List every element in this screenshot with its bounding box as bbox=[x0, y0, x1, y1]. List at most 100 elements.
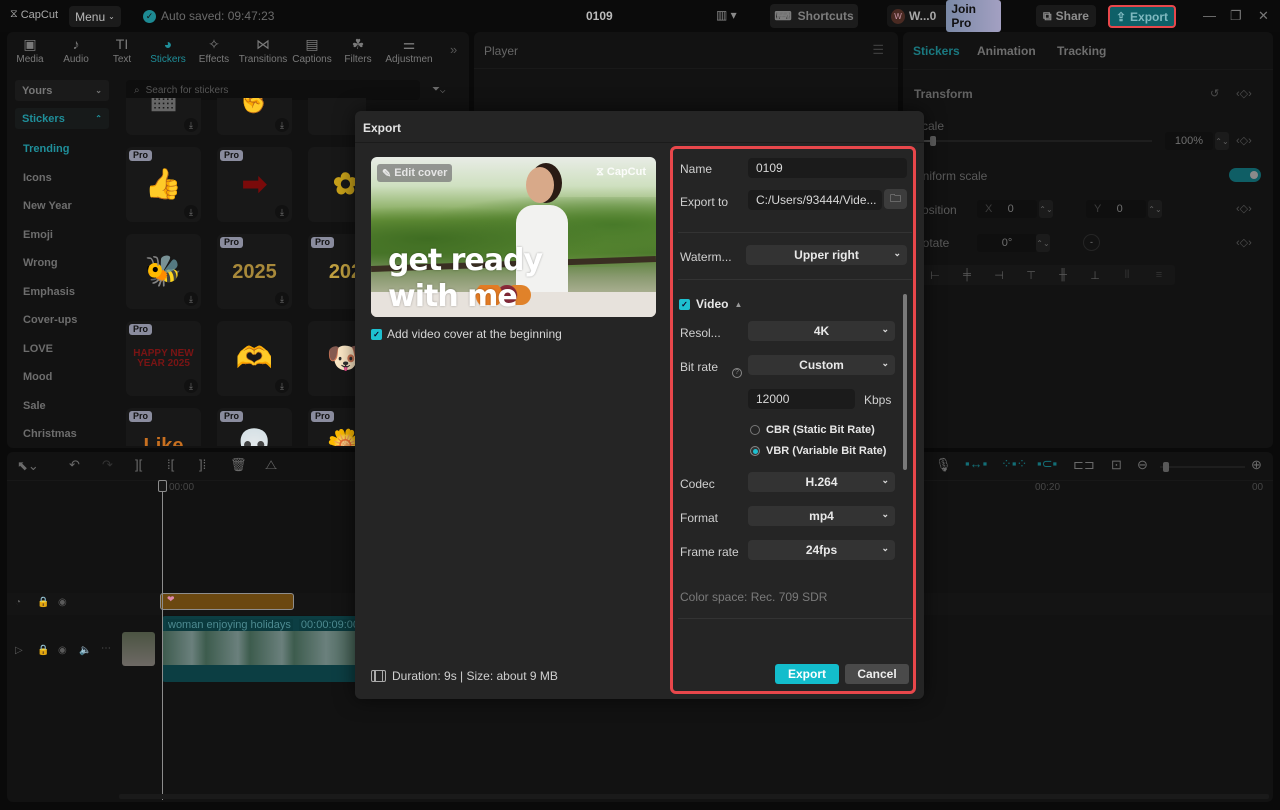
sticker-search-input[interactable]: ⌕ Search for stickers bbox=[126, 80, 420, 100]
download-icon[interactable]: ⤓ bbox=[275, 292, 289, 306]
keyframe-icon[interactable]: ‹◇› bbox=[1236, 236, 1252, 249]
edit-cover-button[interactable]: ✎ Edit cover bbox=[377, 164, 453, 182]
more-tabs-icon[interactable]: » bbox=[450, 42, 457, 57]
download-icon[interactable]: ⤓ bbox=[275, 379, 289, 393]
help-icon[interactable]: ? bbox=[732, 361, 742, 379]
scale-slider-thumb[interactable] bbox=[930, 136, 937, 146]
sidebar-item-icons[interactable]: Icons bbox=[15, 164, 109, 193]
download-icon[interactable]: ⤓ bbox=[184, 292, 198, 306]
keyframe-icon[interactable]: ‹◇› bbox=[1236, 202, 1252, 215]
menu-button[interactable]: Menu ⌄ bbox=[69, 6, 121, 27]
zoom-slider-thumb[interactable] bbox=[1163, 462, 1169, 472]
uniform-scale-toggle[interactable] bbox=[1229, 168, 1261, 182]
maximize-button[interactable]: ❐ bbox=[1230, 8, 1242, 24]
scale-slider[interactable] bbox=[914, 136, 1152, 146]
vbr-radio[interactable]: VBR (Variable Bit Rate) bbox=[750, 445, 886, 457]
timeline-scrollbar[interactable] bbox=[119, 794, 1269, 799]
magnet-icon[interactable]: ▪↔▪ bbox=[965, 456, 987, 471]
tab-captions[interactable]: ▤ Captions bbox=[289, 32, 335, 65]
shortcuts-button[interactable]: ⌨ Shortcuts bbox=[770, 4, 858, 28]
lock-icon[interactable]: 🔒 bbox=[37, 597, 49, 608]
align-right-icon[interactable]: ⊣ bbox=[983, 269, 1015, 282]
codec-dropdown[interactable]: H.264 ⌄ bbox=[748, 472, 895, 492]
split-right-icon[interactable]: ]⁞ bbox=[199, 457, 206, 472]
tab-transitions[interactable]: ⋈ Transitions bbox=[237, 32, 289, 65]
tab-stickers[interactable]: Stickers bbox=[913, 44, 960, 58]
tab-stickers[interactable]: ◕ Stickers bbox=[145, 32, 191, 65]
video-clip[interactable]: woman enjoying holidays 00:00:09:00 bbox=[162, 616, 362, 682]
framerate-dropdown[interactable]: 24fps ⌄ bbox=[748, 540, 895, 560]
sticker-like[interactable]: LikePro⤓ bbox=[126, 408, 201, 446]
sticker-heart-hands[interactable]: 🫶 ⤓ bbox=[217, 321, 292, 396]
join-pro-button[interactable]: Join Pro bbox=[946, 0, 1001, 32]
tab-media[interactable]: ▣ Media bbox=[7, 32, 53, 65]
zoom-slider[interactable] bbox=[1160, 462, 1245, 472]
transform-label[interactable]: Transform bbox=[914, 87, 973, 101]
eye-icon[interactable]: ◉ bbox=[58, 597, 67, 608]
share-button[interactable]: ⧉ Share bbox=[1036, 5, 1096, 27]
tab-adjustmen[interactable]: ⚌ Adjustmen bbox=[381, 32, 437, 65]
sidebar-item-trending[interactable]: Trending bbox=[15, 135, 109, 164]
download-icon[interactable]: ⤓ bbox=[184, 379, 198, 393]
name-input[interactable]: 0109 bbox=[748, 158, 907, 178]
rotate-dial[interactable]: - bbox=[1083, 234, 1100, 251]
rotate-stepper[interactable]: ⌃⌄ bbox=[1036, 234, 1050, 252]
sticker-bee[interactable]: 🐝 ⤓ bbox=[126, 234, 201, 309]
cbr-radio[interactable]: CBR (Static Bit Rate) bbox=[750, 424, 875, 436]
tab-animation[interactable]: Animation bbox=[977, 44, 1036, 58]
sticker-pixel-blur[interactable]: ▦⤓ bbox=[126, 98, 201, 135]
bitrate-input[interactable]: 12000 bbox=[748, 389, 855, 409]
export-path-input[interactable]: C:/Users/93444/Vide... bbox=[748, 190, 882, 210]
download-icon[interactable]: ⤓ bbox=[184, 205, 198, 219]
zoom-in-icon[interactable]: ⊕ bbox=[1251, 457, 1262, 473]
sidebar-item-sale[interactable]: Sale bbox=[15, 392, 109, 421]
link-icon[interactable]: ⁘▪⁘ bbox=[1001, 456, 1027, 472]
stickers-category[interactable]: Stickers ⌃ bbox=[15, 108, 109, 129]
sidebar-item-new-year[interactable]: New Year bbox=[15, 192, 109, 221]
align-center-v-icon[interactable]: ╫ bbox=[1047, 269, 1079, 281]
microphone-icon[interactable]: 🎙 bbox=[935, 457, 952, 473]
sticker-clip[interactable]: ❤ bbox=[160, 593, 294, 610]
download-icon[interactable]: ⤓ bbox=[275, 118, 289, 132]
sidebar-item-wrong[interactable]: Wrong bbox=[15, 249, 109, 278]
sticker-happy-new-year-2025[interactable]: HAPPY NEW YEAR 2025 Pro ⤓ bbox=[126, 321, 201, 396]
format-dropdown[interactable]: mp4 ⌄ bbox=[748, 506, 895, 526]
align-center-h-icon[interactable]: ╪ bbox=[951, 269, 983, 281]
yours-dropdown[interactable]: Yours ⌄ bbox=[15, 80, 109, 101]
tab-effects[interactable]: ✧ Effects bbox=[191, 32, 237, 65]
distribute-h-icon[interactable]: ⦀ bbox=[1111, 269, 1143, 282]
align-top-icon[interactable]: ⊤ bbox=[1015, 269, 1047, 282]
folder-icon[interactable]: 🗀 bbox=[884, 189, 907, 209]
cover-thumbnail[interactable] bbox=[122, 632, 155, 666]
mirror-icon[interactable]: ⧍ bbox=[265, 457, 277, 473]
preview-axis-icon[interactable]: ▪⊂▪ bbox=[1037, 456, 1057, 472]
position-y-stepper[interactable]: ⌃⌄ bbox=[1148, 200, 1162, 218]
playhead-handle[interactable] bbox=[158, 480, 167, 492]
delete-icon[interactable]: 🗑 bbox=[230, 457, 247, 473]
filter-icon[interactable]: ⏷⌄ bbox=[432, 84, 445, 95]
sticker-thumbs-up[interactable]: 👍 Pro ⤓ bbox=[126, 147, 201, 222]
zoom-fit-icon[interactable]: ⊡ bbox=[1111, 457, 1122, 473]
video-section-toggle[interactable]: ✓ Video ▲ bbox=[679, 297, 742, 311]
tab-tracking[interactable]: Tracking bbox=[1057, 44, 1106, 58]
sidebar-item-emoji[interactable]: Emoji bbox=[15, 221, 109, 250]
split-select-icon[interactable]: ⊏⊐ bbox=[1073, 457, 1095, 473]
redo-icon[interactable]: ↷ bbox=[102, 457, 113, 473]
scale-stepper[interactable]: ⌃⌄ bbox=[1215, 132, 1229, 150]
settings-scrollbar[interactable] bbox=[903, 294, 907, 470]
sticker-skull[interactable]: 💀Pro⤓ bbox=[217, 408, 292, 446]
position-x-input[interactable]: X0 bbox=[977, 200, 1037, 218]
close-button[interactable]: ✕ bbox=[1258, 8, 1269, 24]
watermark-dropdown[interactable]: Upper right ⌄ bbox=[746, 245, 907, 265]
resolution-dropdown[interactable]: 4K ⌄ bbox=[748, 321, 895, 341]
undo-icon[interactable]: ↶ bbox=[69, 457, 80, 473]
volume-icon[interactable]: 🔈 bbox=[79, 645, 91, 656]
position-y-input[interactable]: Y0 bbox=[1086, 200, 1146, 218]
tab-text[interactable]: TI Text bbox=[99, 32, 145, 65]
player-menu-icon[interactable]: ☰ bbox=[872, 42, 884, 58]
playhead[interactable] bbox=[162, 482, 163, 800]
download-icon[interactable]: ⤓ bbox=[275, 205, 289, 219]
sidebar-item-love[interactable]: LOVE bbox=[15, 335, 109, 364]
cancel-button[interactable]: Cancel bbox=[845, 664, 909, 684]
minimize-button[interactable]: — bbox=[1203, 8, 1216, 23]
